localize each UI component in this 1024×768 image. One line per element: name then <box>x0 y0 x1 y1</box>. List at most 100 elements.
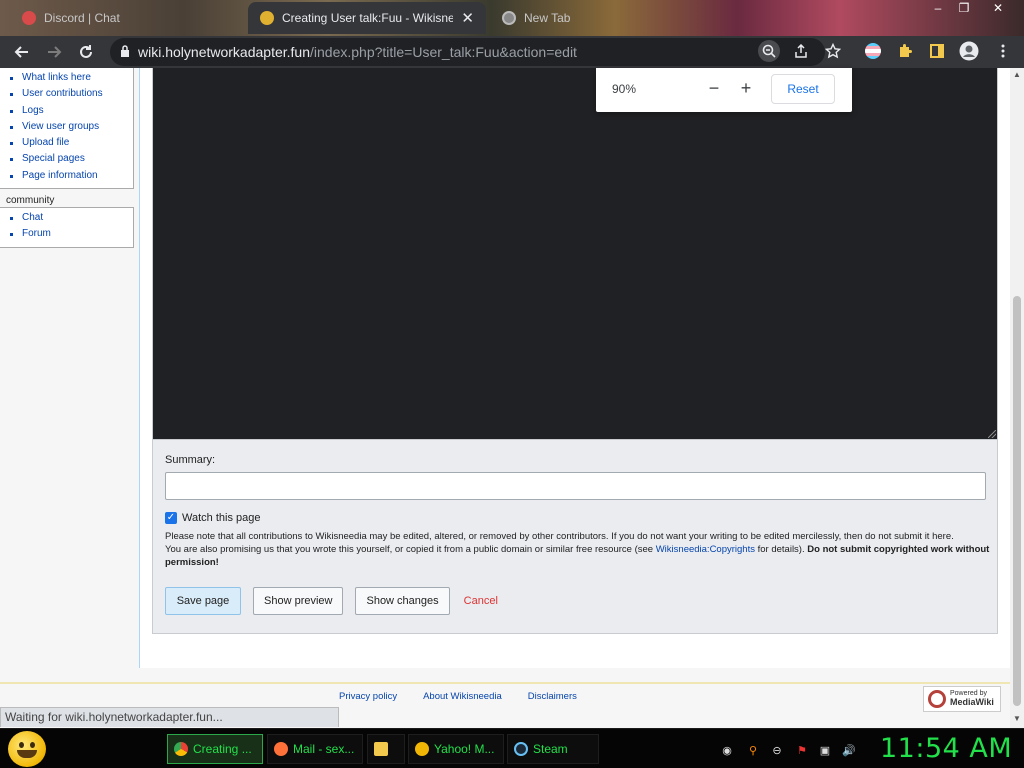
maximize-icon[interactable]: ❐ <box>954 0 974 18</box>
browser-toolbar: wiki.holynetworkadapter.fun/index.php?ti… <box>0 36 1024 68</box>
extensions-puzzle-icon[interactable] <box>894 40 916 62</box>
powered-by-text: Powered by MediaWiki <box>950 690 994 708</box>
tray-flag-icon[interactable]: ⚑ <box>795 743 809 757</box>
sidebar-item-upload-file[interactable]: Upload file <box>10 135 133 151</box>
share-icon[interactable] <box>790 40 812 62</box>
taskbar-item-label: Creating ... <box>193 742 252 756</box>
tab-title: Creating User talk:Fuu - Wikisneedia <box>282 11 454 25</box>
sidebar-item-user-contributions[interactable]: User contributions <box>10 86 133 102</box>
url-host: wiki.holynetworkadapter.fun <box>138 44 310 60</box>
scroll-thumb[interactable] <box>1013 296 1021 706</box>
powered-line-2: MediaWiki <box>950 697 994 707</box>
address-bar[interactable]: wiki.holynetworkadapter.fun/index.php?ti… <box>110 38 825 66</box>
scroll-down-icon[interactable]: ▼ <box>1012 714 1022 723</box>
chrome-icon <box>174 742 188 756</box>
tray-circle-icon[interactable]: ⊖ <box>770 743 784 757</box>
tab-strip: Discord | Chat Creating User talk:Fuu - … <box>0 0 1024 36</box>
zoom-in-button[interactable]: + <box>734 76 758 100</box>
sidebar-item-chat[interactable]: Chat <box>10 210 133 226</box>
tab-title: Discord | Chat <box>44 11 120 25</box>
cancel-link[interactable]: Cancel <box>464 595 498 607</box>
sidebar-item-forum[interactable]: Forum <box>10 226 133 242</box>
back-icon[interactable] <box>6 36 38 68</box>
tab-creating-user-talk[interactable]: Creating User talk:Fuu - Wikisneedia ✕ <box>248 2 486 34</box>
zoom-reset-button[interactable]: Reset <box>771 74 835 104</box>
tray-volume-icon[interactable]: 🔊 <box>842 743 856 757</box>
copyright-notice: Please note that all contributions to Wi… <box>165 530 990 569</box>
footer-about-link[interactable]: About Wikisneedia <box>423 691 502 702</box>
window-close-icon[interactable]: ✕ <box>988 0 1008 18</box>
reload-icon[interactable] <box>70 36 102 68</box>
notice-line-2: You are also promising us that you wrote… <box>165 543 990 569</box>
tab-discord[interactable]: Discord | Chat <box>10 2 246 34</box>
zoom-popup: 90% − + Reset <box>596 68 852 112</box>
taskbar-item-label: Mail - sex... <box>293 742 355 756</box>
tab-close-icon[interactable]: ✕ <box>461 9 474 27</box>
chrome-favicon-icon <box>502 11 516 25</box>
taskbar-item-label: Steam <box>533 742 568 756</box>
menu-kebab-icon[interactable] <box>992 40 1014 62</box>
lock-icon <box>120 44 130 60</box>
summary-input[interactable] <box>165 472 986 500</box>
notice-line-1: Please note that all contributions to Wi… <box>165 531 954 542</box>
sidebar-item-logs[interactable]: Logs <box>10 103 133 119</box>
zoom-icon[interactable] <box>758 40 780 62</box>
reading-list-icon[interactable] <box>926 40 948 62</box>
discord-favicon-icon <box>22 11 36 25</box>
sidebar: What links here User contributions Logs … <box>0 68 134 248</box>
sidebar-item-special-pages[interactable]: Special pages <box>10 151 133 167</box>
url-path: /index.php?title=User_talk:Fuu&action=ed… <box>310 44 577 60</box>
taskbar-item-yahoo[interactable]: Yahoo! M... <box>408 734 504 764</box>
yahoo-messenger-icon <box>415 742 429 756</box>
watch-checkbox[interactable]: ✓ <box>165 512 177 524</box>
taskbar-item-steam[interactable]: Steam <box>507 734 599 764</box>
tray-search-icon[interactable]: ⚲ <box>746 743 760 757</box>
profile-flag-icon[interactable] <box>862 40 884 62</box>
community-portlet: Chat Forum <box>0 207 134 248</box>
save-page-button[interactable]: Save page <box>165 587 241 615</box>
minimize-icon[interactable]: – <box>928 0 948 18</box>
start-smiley-icon[interactable] <box>8 731 46 767</box>
firefox-icon <box>274 742 288 756</box>
edit-buttons: Save page Show preview Show changes Canc… <box>165 587 498 615</box>
page-scrollbar[interactable]: ▲ ▼ <box>1010 68 1024 728</box>
resize-grip-icon[interactable] <box>988 430 996 438</box>
taskbar-item-chrome[interactable]: Creating ... <box>167 734 263 764</box>
show-preview-button[interactable]: Show preview <box>253 587 344 615</box>
watch-label[interactable]: Watch this page <box>182 512 260 524</box>
summary-label: Summary: <box>165 454 216 466</box>
account-avatar-icon[interactable] <box>958 40 980 62</box>
tray-steam-icon[interactable]: ◉ <box>720 743 734 757</box>
show-changes-button[interactable]: Show changes <box>355 587 450 615</box>
community-portlet-title: community <box>6 195 55 207</box>
tools-portlet: What links here User contributions Logs … <box>0 68 134 190</box>
edit-textarea[interactable] <box>152 68 998 440</box>
browser-status-bubble: Waiting for wiki.holynetworkadapter.fun.… <box>0 707 339 727</box>
tab-new-tab[interactable]: New Tab <box>490 2 630 34</box>
footer-disclaimers-link[interactable]: Disclaimers <box>528 691 577 702</box>
sidebar-item-page-information[interactable]: Page information <box>10 168 133 184</box>
zoom-level: 90% <box>612 82 637 96</box>
steam-icon <box>514 742 528 756</box>
smiley-mouth-icon <box>17 750 37 758</box>
scroll-up-icon[interactable]: ▲ <box>1012 70 1022 79</box>
taskbar-item-mail[interactable]: Mail - sex... <box>267 734 363 764</box>
powered-by-mediawiki-badge[interactable]: Powered by MediaWiki <box>923 686 1001 712</box>
watch-row: ✓ Watch this page <box>165 512 260 524</box>
sidebar-item-what-links-here[interactable]: What links here <box>10 70 133 86</box>
smiley-eye-icon <box>19 742 24 748</box>
taskbar-clock[interactable]: 11:54 AM <box>880 733 1012 764</box>
folder-icon <box>374 742 388 756</box>
taskbar-item-label: Yahoo! M... <box>434 742 495 756</box>
bookmark-star-icon[interactable] <box>822 40 844 62</box>
forward-icon[interactable] <box>38 36 70 68</box>
tray-network-icon[interactable]: ▣ <box>818 743 832 757</box>
notice-prefix: You are also promising us that you wrote… <box>165 544 656 555</box>
zoom-out-button[interactable]: − <box>702 76 726 100</box>
taskbar-item-folder[interactable] <box>367 734 405 764</box>
copyrights-link[interactable]: Wikisneedia:Copyrights <box>656 544 755 555</box>
sidebar-item-view-user-groups[interactable]: View user groups <box>10 119 133 135</box>
footer-privacy-link[interactable]: Privacy policy <box>339 691 397 702</box>
footer-links: Privacy policy About Wikisneedia Disclai… <box>339 691 577 702</box>
notice-suffix: for details). <box>754 544 808 555</box>
